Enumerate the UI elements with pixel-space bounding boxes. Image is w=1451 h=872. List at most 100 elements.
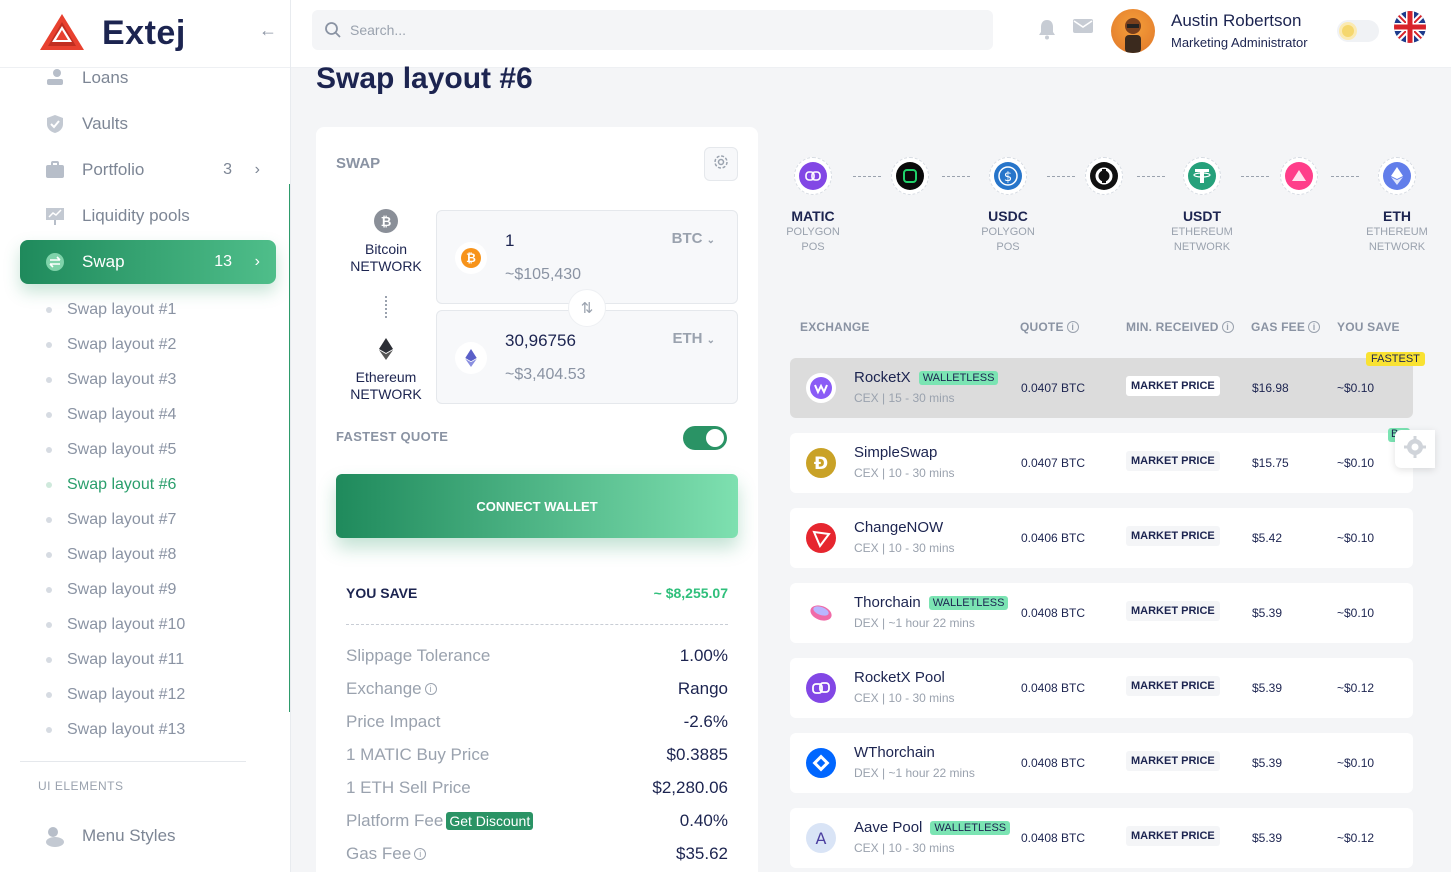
route-symbol: USDC	[988, 208, 1028, 224]
divider	[20, 761, 246, 762]
route-node-usdt[interactable]: USDT ETHEREUM NETWORK	[1152, 155, 1252, 254]
sidebar-subitem-swap-layout-12[interactable]: Swap layout #12	[46, 684, 185, 706]
gas-fee: $16.98	[1252, 381, 1289, 395]
info-icon[interactable]: i	[1066, 321, 1079, 333]
sidebar-subitem-swap-layout-4[interactable]: Swap layout #4	[46, 404, 176, 426]
to-chain[interactable]: Ethereum NETWORK	[336, 337, 436, 403]
to-amount[interactable]: 30,96756	[505, 331, 576, 351]
search-box[interactable]	[312, 10, 993, 50]
table-row[interactable]: A Aave Pool WALLETLESS CEX | 10 - 30 mins 0.…	[790, 808, 1413, 868]
scroll-rail[interactable]	[289, 184, 290, 712]
customizer-button[interactable]	[1395, 430, 1435, 468]
route-node-matic[interactable]: MATIC POLYGON POS	[763, 155, 863, 254]
route-network: NETWORK	[1173, 241, 1231, 253]
route-path: MATIC POLYGON POS $ USDC POLYGON POS USD…	[785, 155, 1431, 255]
mail-icon[interactable]	[1073, 18, 1095, 40]
bullet-icon	[46, 727, 52, 733]
table-row[interactable]: ChangeNOW CEX | 10 - 30 mins 0.0406 BTC MAR…	[790, 508, 1413, 568]
svg-text:$: $	[1004, 170, 1012, 185]
ethereum-icon	[374, 337, 398, 361]
exchange-meta: DEX | ~1 hour 22 mins	[854, 766, 975, 780]
from-chain[interactable]: ₿ Bitcoin NETWORK	[336, 209, 436, 275]
sidebar-item-loans[interactable]: Loans	[20, 56, 276, 100]
sidebar-subitem-swap-layout-11[interactable]: Swap layout #11	[46, 649, 184, 671]
detail-key: Exchange i	[346, 679, 437, 699]
usdt-icon	[1183, 157, 1221, 195]
detail-key: Platform Fee Get Discount	[346, 811, 534, 831]
from-amount[interactable]: 1	[505, 231, 514, 251]
polygon-icon	[794, 157, 832, 195]
toggle-knob	[706, 429, 724, 447]
exchange-name: SimpleSwap	[854, 444, 937, 461]
gear-icon	[1404, 435, 1426, 463]
sidebar-subitem-swap-layout-7[interactable]: Swap layout #7	[46, 509, 176, 531]
detail-value: 0.40%	[679, 811, 728, 830]
sidebar-subitem-swap-layout-6[interactable]: Swap layout #6	[46, 474, 176, 496]
info-icon[interactable]: i	[1221, 321, 1234, 333]
bridge-icon-3[interactable]	[1280, 157, 1318, 195]
sidebar-item-swap[interactable]: Swap 13 ›	[20, 240, 276, 284]
table-row[interactable]: RocketX Pool CEX | 10 - 30 mins 0.0408 BTC…	[790, 658, 1413, 718]
settings-button[interactable]	[704, 147, 738, 181]
search-icon	[324, 21, 342, 44]
info-icon[interactable]: i	[414, 848, 427, 860]
fastest-quote-label: FASTEST QUOTE	[336, 429, 449, 444]
sidebar-item-portfolio[interactable]: Portfolio 3 ›	[20, 148, 276, 192]
connect-wallet-button[interactable]: CONNECT WALLET	[336, 474, 738, 538]
theme-toggle[interactable]	[1337, 20, 1379, 42]
quote-value: 0.0408 BTC	[1021, 681, 1086, 695]
avatar[interactable]	[1111, 9, 1155, 53]
sidebar-subitem-swap-layout-5[interactable]: Swap layout #5	[46, 439, 176, 461]
uk-flag-icon[interactable]	[1394, 11, 1426, 43]
sidebar-subitem-swap-layout-9[interactable]: Swap layout #9	[46, 579, 176, 601]
route-symbol: ETH	[1383, 208, 1411, 224]
you-save: ~$0.12	[1337, 681, 1375, 695]
chevron-down-icon: ⌄	[706, 335, 715, 346]
route-node-eth[interactable]: ETH ETHEREUM NETWORK	[1347, 155, 1447, 254]
exchange-name: ChangeNOW	[854, 519, 943, 536]
sidebar-subitem-swap-layout-8[interactable]: Swap layout #8	[46, 544, 176, 566]
changenow-logo-icon	[805, 522, 837, 554]
exchange-name-text: ChangeNOW	[854, 519, 944, 536]
sidebar-subitem-swap-layout-3[interactable]: Swap layout #3	[46, 369, 176, 391]
extej-logo[interactable]	[38, 12, 86, 56]
bridge-icon-1[interactable]	[891, 157, 929, 195]
rocketx-pool-logo-icon	[805, 672, 837, 704]
detail-row: Exchange i Rango	[346, 679, 728, 699]
table-row[interactable]: Thorchain WALLETLESS DEX | ~1 hour 22 mins…	[790, 583, 1413, 643]
chart-board-icon	[44, 205, 66, 227]
from-ticker-select[interactable]: BTC ⌄	[672, 230, 715, 247]
you-save-row: YOU SAVE ~ $8,255.07	[346, 585, 728, 601]
sidebar-item-vaults[interactable]: Vaults	[20, 102, 276, 146]
detail-key: 1 MATIC Buy Price	[346, 745, 489, 765]
sidebar-subitem-swap-layout-10[interactable]: Swap layout #10	[46, 614, 185, 636]
to-ticker-select[interactable]: ETH ⌄	[672, 330, 715, 347]
bridge-icon-2[interactable]	[1085, 157, 1123, 195]
sidebar-item-menu-styles[interactable]: Menu Styles	[20, 814, 276, 858]
sidebar-item-liquidity-pools[interactable]: Liquidity pools	[20, 194, 276, 238]
fastest-quote-toggle[interactable]	[683, 426, 727, 450]
user-name[interactable]: Austin Robertson	[1171, 11, 1301, 31]
exchange-name: RocketX WALLETLESS	[854, 369, 999, 386]
sidebar-subitem-swap-layout-2[interactable]: Swap layout #2	[46, 334, 176, 356]
table-row[interactable]: Đ SimpleSwap CEX | 10 - 30 mins 0.0407 BTC M…	[790, 433, 1413, 493]
info-icon[interactable]: i	[424, 683, 437, 695]
sidebar-subitem-swap-layout-13[interactable]: Swap layout #13	[46, 719, 185, 741]
detail-value: Rango	[677, 679, 728, 698]
exchange-meta: CEX | 10 - 30 mins	[854, 691, 955, 705]
you-save: ~$0.10	[1337, 606, 1375, 620]
you-save-label: YOU SAVE	[346, 585, 418, 601]
get-discount-badge[interactable]: Get Discount	[446, 812, 534, 830]
table-row[interactable]: RocketX WALLETLESS CEX | 15 - 30 mins 0.040…	[790, 358, 1413, 418]
sidebar-subitem-swap-layout-1[interactable]: Swap layout #1	[46, 299, 176, 321]
route-node-usdc[interactable]: $ USDC POLYGON POS	[958, 155, 1058, 254]
info-icon[interactable]: i	[1308, 321, 1321, 333]
collapse-sidebar-icon[interactable]: ←	[256, 18, 280, 42]
swap-direction-button[interactable]: ⇅	[568, 289, 606, 327]
sidebar-subitem-label: Swap layout #7	[67, 511, 177, 528]
gas-fee: $5.42	[1252, 531, 1283, 545]
you-save: ~$0.10	[1337, 531, 1375, 545]
search-input[interactable]	[350, 22, 950, 38]
table-row[interactable]: WThorchain DEX | ~1 hour 22 mins 0.0408 BT…	[790, 733, 1413, 793]
bell-icon[interactable]	[1038, 18, 1060, 40]
